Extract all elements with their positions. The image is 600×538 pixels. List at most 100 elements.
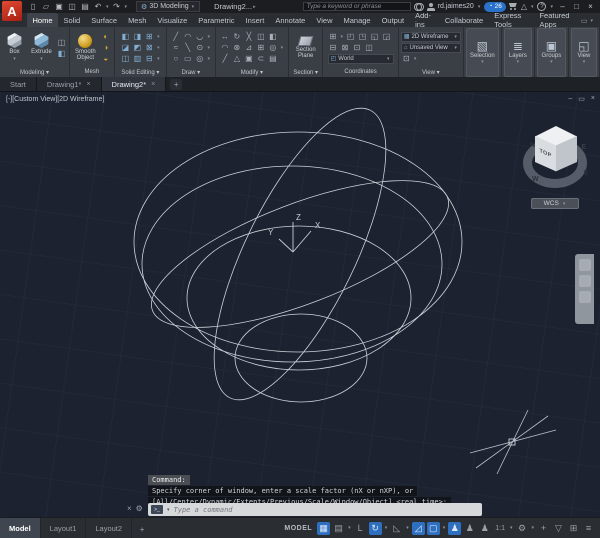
command-prompt-icon[interactable]: >_ bbox=[151, 505, 163, 514]
viewport-minimize-icon[interactable]: – bbox=[568, 95, 572, 103]
ribbon-tab-insert[interactable]: Insert bbox=[240, 13, 270, 27]
compass-west[interactable]: W bbox=[532, 176, 539, 183]
fillet-edge-icon[interactable]: ⊟ bbox=[144, 54, 155, 64]
ribbon-tab-output[interactable]: Output bbox=[376, 13, 410, 27]
command-input-bar[interactable]: >_ ▾ bbox=[148, 503, 482, 516]
mirror-icon[interactable]: ◧ bbox=[267, 32, 278, 42]
extrude-button[interactable]: Extrude ▾ bbox=[29, 33, 54, 62]
undo-icon[interactable]: ↶ bbox=[92, 1, 104, 12]
viewport-config-icon-caret[interactable]: ▾ bbox=[414, 56, 417, 62]
doc-switch-caret-icon[interactable]: ▸ bbox=[253, 4, 256, 10]
ucs-3point-icon[interactable]: ⊡ bbox=[352, 43, 363, 53]
xline-icon[interactable]: ╲ bbox=[182, 43, 193, 53]
panel-label-draw[interactable]: Draw ▾ bbox=[169, 67, 213, 77]
intersect-icon[interactable]: ⊞ bbox=[144, 32, 155, 42]
cart-icon[interactable] bbox=[509, 3, 518, 10]
ribbon-tab-surface[interactable]: Surface bbox=[86, 13, 123, 27]
compass-south[interactable]: S bbox=[583, 170, 588, 177]
save-icon[interactable]: ▣ bbox=[53, 1, 65, 12]
flyout-caret[interactable]: ▾ bbox=[206, 32, 211, 42]
help-icon[interactable]: ? bbox=[537, 2, 546, 11]
ribbon-tab-parametric[interactable]: Parametric bbox=[193, 13, 240, 27]
annotation-monitor-icon[interactable]: + bbox=[537, 522, 550, 535]
username[interactable]: rd.jaimes20 bbox=[438, 3, 474, 10]
subtract-icon[interactable]: ◨ bbox=[132, 32, 143, 42]
panel-label-mesh[interactable]: Mesh bbox=[72, 67, 112, 77]
slice-icon[interactable]: ◪ bbox=[120, 43, 131, 53]
recent-commands-caret-icon[interactable]: ▾ bbox=[167, 507, 170, 513]
ribbon-tab-solid[interactable]: Solid bbox=[58, 13, 86, 27]
osnap-tracking-icon[interactable]: ◿ bbox=[412, 522, 425, 535]
shell-icon[interactable]: ⊠ bbox=[144, 43, 155, 53]
3d-align-icon[interactable]: ▣ bbox=[243, 54, 254, 64]
annotation-scale-value[interactable]: 1:1 bbox=[493, 522, 507, 535]
polysolid-icon[interactable]: ◫ bbox=[56, 37, 67, 47]
undo-icon-caret[interactable]: ▾ bbox=[106, 4, 109, 10]
line-icon[interactable]: ╱ bbox=[170, 32, 181, 42]
file-tab-drawing2[interactable]: Drawing2*× bbox=[102, 77, 167, 91]
rotate-icon[interactable]: ↻ bbox=[231, 32, 242, 42]
flyout-caret[interactable]: ▾ bbox=[156, 43, 161, 53]
isolate-objects-icon[interactable]: ▽ bbox=[552, 522, 565, 535]
viewport-restore-icon[interactable]: ▭ bbox=[578, 95, 585, 103]
view-collapsed-panel-button[interactable]: ◱ View ▾ bbox=[571, 28, 597, 77]
groups-panel-button[interactable]: ▣ Groups ▾ bbox=[537, 28, 566, 77]
ucs-icon-caret[interactable]: ▾ bbox=[341, 34, 344, 40]
autocad-logo-icon[interactable]: A bbox=[2, 1, 22, 21]
ucs-named-icon[interactable]: ◫ bbox=[364, 43, 375, 53]
ribbon-tab-expresstools[interactable]: Express Tools bbox=[489, 13, 534, 27]
workspace-switcher[interactable]: ⚙ 3D Modeling ▾ bbox=[136, 1, 200, 12]
viewport-config-icon[interactable]: ⊡ bbox=[401, 54, 412, 64]
tab-close-icon[interactable]: × bbox=[86, 81, 90, 88]
ucs-object-icon[interactable]: ◲ bbox=[381, 32, 392, 42]
ribbon-tab-addins[interactable]: Add-ins bbox=[410, 13, 440, 27]
annotation-visibility-icon[interactable]: ♟ bbox=[448, 522, 461, 535]
arc-icon[interactable]: ◡ bbox=[194, 32, 205, 42]
union-icon[interactable]: ◧ bbox=[120, 32, 131, 42]
maximize-button[interactable]: □ bbox=[571, 2, 582, 11]
visual-style-select[interactable]: ▦ 2D Wireframe ▾ bbox=[401, 32, 461, 42]
flyout-caret[interactable]: ▾ bbox=[206, 54, 211, 64]
polar-tracking-icon-caret[interactable]: ▾ bbox=[385, 525, 388, 531]
command-customize-icon[interactable]: ⚙ bbox=[136, 504, 143, 513]
alert-caret-icon[interactable]: ▾ bbox=[531, 4, 534, 10]
file-tab-drawing1[interactable]: Drawing1*× bbox=[37, 77, 102, 91]
smooth-object-button[interactable]: Smooth Object bbox=[72, 34, 98, 61]
new-layout-button[interactable]: + bbox=[136, 524, 148, 535]
ribbon-display-toggle[interactable]: ▭ ▾ bbox=[581, 17, 600, 27]
extract-edges-icon[interactable]: ◫ bbox=[120, 54, 131, 64]
mesh-smooth-more-icon[interactable]: ◒ bbox=[100, 54, 111, 64]
viewport-controls-label[interactable]: [-][Custom View][2D Wireframe] bbox=[6, 96, 104, 103]
model-space-label[interactable]: MODEL bbox=[284, 525, 312, 532]
lengthen-icon[interactable]: ▤ bbox=[267, 54, 278, 64]
open-file-icon[interactable]: ▱ bbox=[40, 1, 52, 12]
named-view-select[interactable]: ⌂ Unsaved View ▾ bbox=[401, 43, 461, 53]
thicken-icon[interactable]: ◩ bbox=[132, 43, 143, 53]
snap-mode-icon[interactable]: ▤ bbox=[332, 522, 345, 535]
search-input[interactable] bbox=[303, 2, 411, 11]
flyout-caret[interactable]: ▾ bbox=[156, 54, 161, 64]
panel-label-section[interactable]: Section ▾ bbox=[291, 67, 320, 77]
offset-icon[interactable]: ◎ bbox=[267, 43, 278, 53]
layout-tab-layout1[interactable]: Layout1 bbox=[41, 518, 87, 538]
viewport-canvas[interactable]: ZXY [-][Custom View][2D Wireframe] –▭× N… bbox=[0, 92, 600, 517]
explode-icon[interactable]: ⊗ bbox=[231, 43, 242, 53]
trial-badge[interactable]: ◔ 26 bbox=[484, 2, 505, 12]
ucs-face-icon[interactable]: ◱ bbox=[369, 32, 380, 42]
command-input[interactable] bbox=[174, 504, 479, 515]
ribbon-tab-visualize[interactable]: Visualize bbox=[152, 13, 193, 27]
circle-icon[interactable]: ⊙ bbox=[194, 43, 205, 53]
compass-east[interactable]: E bbox=[581, 144, 586, 151]
mesh-crease-icon[interactable]: ◑ bbox=[100, 43, 111, 53]
flyout-caret[interactable]: ▾ bbox=[156, 32, 161, 42]
ellipse-icon[interactable]: ◎ bbox=[194, 54, 205, 64]
close-button[interactable]: × bbox=[585, 2, 596, 11]
object-snap-icon[interactable]: ▢ bbox=[427, 522, 440, 535]
panel-label-coordinates[interactable]: Coordinates bbox=[325, 67, 396, 77]
polyline-icon[interactable]: ◠ bbox=[182, 32, 193, 42]
panel-label-solid-editing[interactable]: Solid Editing ▾ bbox=[117, 67, 164, 77]
ucs-world-select[interactable]: ◰ World ▾ bbox=[328, 54, 394, 64]
ribbon-tab-manage[interactable]: Manage bbox=[338, 13, 376, 27]
redo-icon-caret[interactable]: ▾ bbox=[125, 4, 128, 10]
flyout-caret[interactable]: ▾ bbox=[206, 43, 211, 53]
